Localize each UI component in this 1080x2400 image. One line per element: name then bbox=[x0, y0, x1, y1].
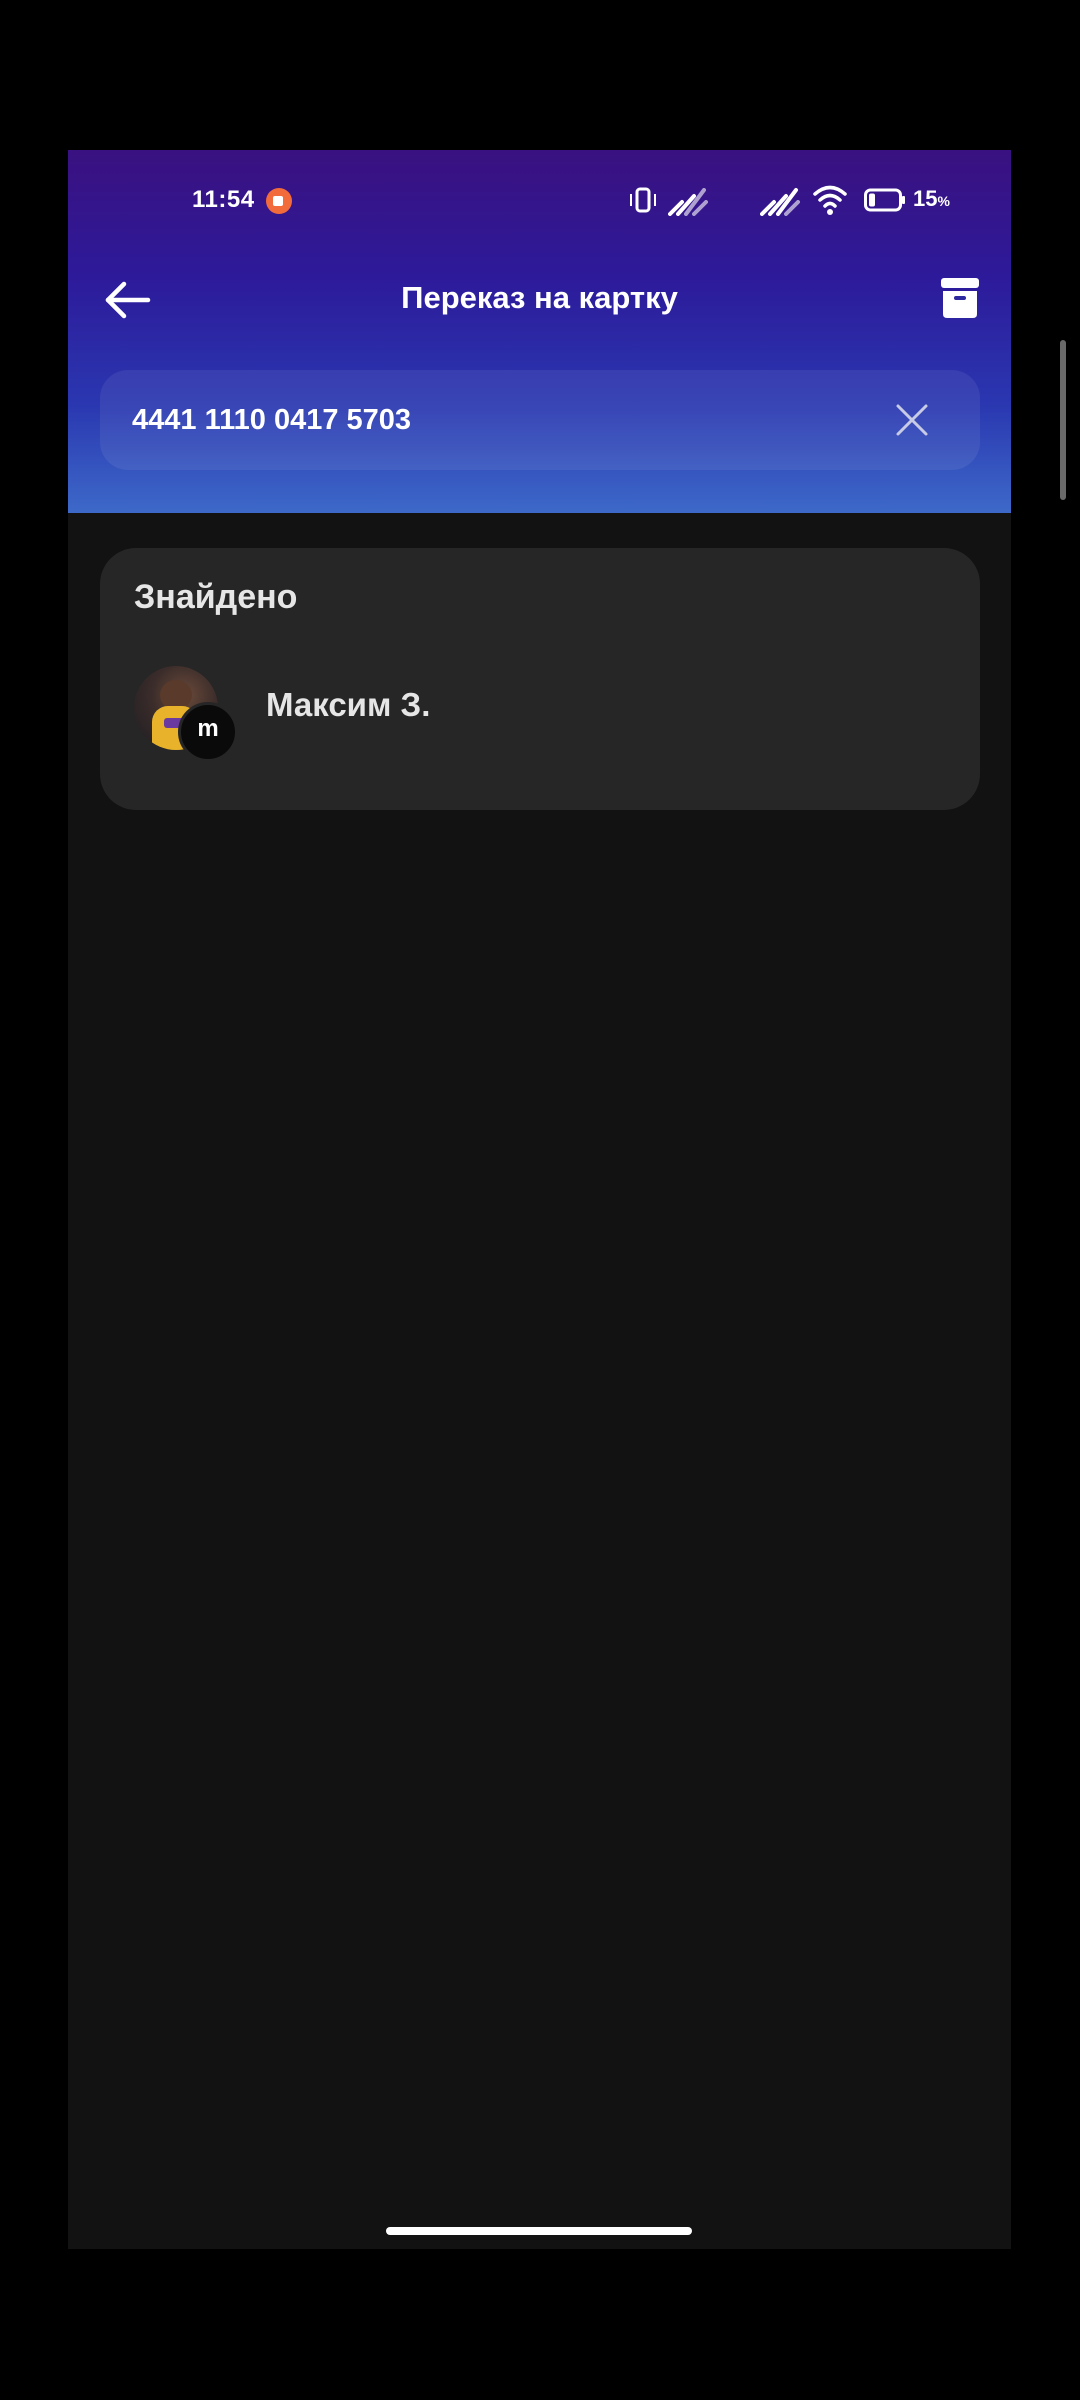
vibrate-icon bbox=[630, 187, 656, 213]
status-time: 11:54 bbox=[192, 186, 255, 213]
search-results-card: Знайдено m Максим З. bbox=[100, 548, 980, 810]
page-title: Переказ на картку bbox=[401, 280, 678, 315]
home-indicator[interactable] bbox=[386, 2227, 692, 2235]
archive-button[interactable] bbox=[930, 268, 990, 328]
status-bar: 11:54 15% bbox=[68, 150, 1011, 250]
close-icon bbox=[896, 404, 928, 436]
clear-button[interactable] bbox=[888, 396, 936, 444]
contact-name: Максим З. bbox=[266, 686, 431, 723]
wifi-icon bbox=[813, 185, 847, 215]
results-heading: Знайдено bbox=[134, 578, 298, 616]
scroll-indicator bbox=[1060, 340, 1066, 500]
back-button[interactable] bbox=[98, 270, 158, 330]
contact-list-item[interactable]: m Максим З. bbox=[100, 658, 980, 778]
screen-record-icon bbox=[266, 188, 292, 214]
signal-icon bbox=[760, 188, 800, 216]
signal-icon bbox=[668, 188, 708, 216]
battery-level: 15% bbox=[913, 186, 950, 211]
battery-icon bbox=[864, 188, 905, 212]
archive-box-icon bbox=[941, 278, 979, 318]
bank-badge: m bbox=[178, 702, 238, 762]
card-number-search-field[interactable] bbox=[100, 370, 980, 470]
phone-screen: 11:54 15% Переказ на картку 4441 1110 04… bbox=[68, 150, 1011, 2249]
arrow-left-icon bbox=[105, 281, 151, 319]
header: 11:54 15% Переказ на картку 4441 1110 04… bbox=[68, 150, 1011, 513]
card-number-input[interactable] bbox=[132, 370, 872, 470]
